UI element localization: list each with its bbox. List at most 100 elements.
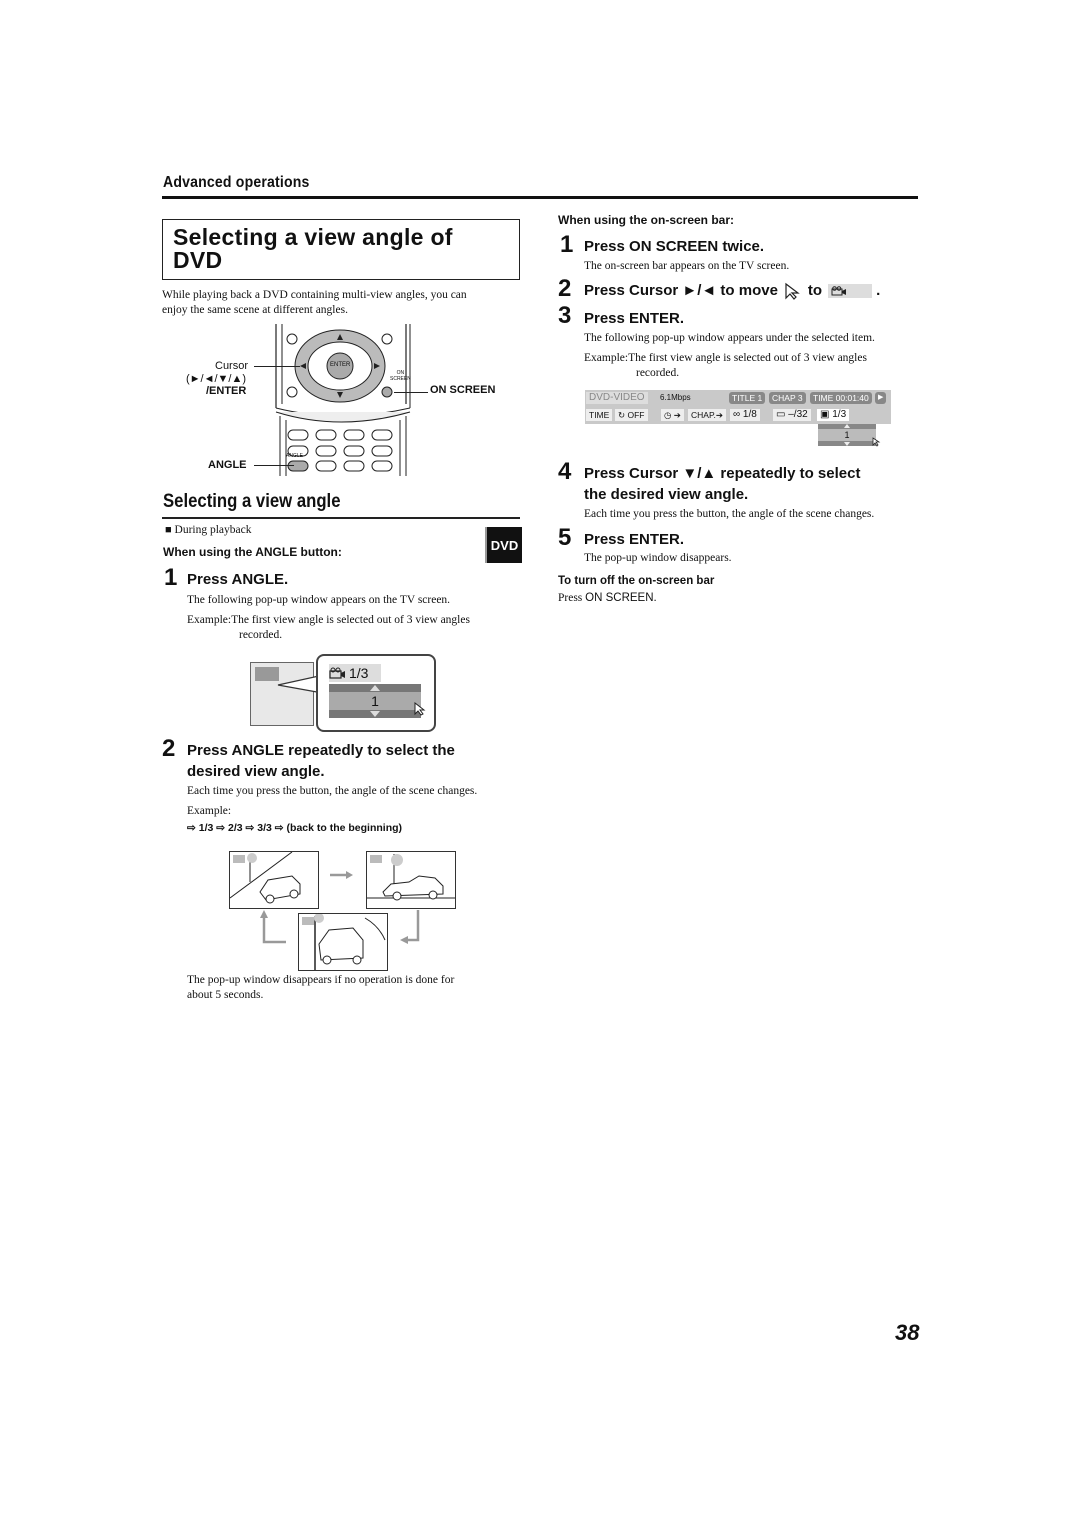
osd-time-button[interactable]: TIME	[586, 409, 613, 421]
osd-title: TITLE 1	[729, 392, 766, 404]
arrow-icon: ⇨	[274, 822, 284, 834]
step-example: Example:The first view angle is selected…	[187, 613, 527, 643]
page-title-line1: Selecting a view angle of	[173, 224, 453, 250]
page-number: 38	[895, 1320, 920, 1345]
example-label: Example:	[584, 352, 629, 364]
angle-popup: 1/3 1	[316, 654, 436, 732]
step-title-part: to	[807, 282, 823, 299]
osd-angle-selected: 1	[818, 429, 876, 441]
condition-line: ■ During playback	[165, 523, 252, 538]
step-number: 1	[164, 564, 178, 591]
turn-off-text: Press ON SCREEN.	[558, 591, 657, 606]
step-title: Press ANGLE.	[187, 571, 289, 588]
on-screen-key-label: ON SCREEN	[390, 370, 411, 382]
bullet-square-icon: ■	[165, 524, 172, 536]
step-title: Press ENTER.	[584, 310, 685, 327]
step-title-part: .	[876, 282, 881, 299]
osd-chap-button[interactable]: CHAP.➔	[688, 409, 727, 421]
step-title-line2: the desired view angle.	[584, 486, 749, 503]
sequence-item: 1/3	[198, 822, 214, 834]
osd-angle-button[interactable]: ▣ 1/3	[817, 409, 850, 421]
intro-line1: While playing back a DVD containing mult…	[162, 289, 467, 301]
angle-down-bar[interactable]	[329, 710, 421, 718]
page-title-line2: DVD	[173, 247, 223, 273]
remote-control-icon	[275, 324, 411, 476]
sequence-item: 2/3	[228, 822, 243, 834]
audio-icon: ∞	[733, 409, 741, 420]
repeat-icon: ↻	[618, 410, 626, 420]
section-rule	[162, 196, 918, 199]
osd-subtitle-value: –/32	[788, 409, 808, 420]
osd-audio-button[interactable]: ∞ 1/8	[730, 409, 760, 421]
step-number: 1	[560, 231, 574, 258]
osd-angle-up[interactable]	[818, 424, 876, 429]
example-line1: The first view angle is selected out of …	[628, 352, 867, 364]
remote-illustration: ENTER ON SCREEN ANGLE	[260, 324, 420, 476]
car-scene-2-icon	[367, 854, 455, 901]
step-desc: Each time you press the button, the angl…	[584, 508, 875, 520]
angle-up-bar[interactable]	[329, 684, 421, 692]
step-number: 2	[558, 275, 572, 302]
step-title: Press Cursor ►/◄ to move to .	[584, 280, 880, 301]
clock-icon: ◷	[664, 410, 672, 420]
popup-note-line1: The pop-up window disappears if no opera…	[187, 974, 455, 986]
camera-icon: ▣	[820, 409, 830, 420]
dvd-badge: DVD	[485, 527, 522, 563]
step-title-line1: Press ANGLE repeatedly to select the	[187, 742, 455, 759]
osd-audio-value: 1/8	[742, 409, 757, 420]
enter-label: /ENTER	[206, 385, 247, 397]
step-desc: The following pop-up window appears unde…	[584, 332, 875, 344]
angle-image-3	[298, 913, 388, 971]
osd-subtitle-button[interactable]: ▭ –/32	[773, 409, 811, 421]
angle-value: 1/3	[349, 665, 369, 681]
example-line2: recorded.	[239, 629, 283, 641]
example-line1: The first view angle is selected out of …	[231, 614, 470, 626]
osd-mode: DVD-VIDEO	[586, 392, 648, 404]
arrow-icon: ⇨	[187, 822, 196, 834]
camera-icon	[831, 285, 847, 295]
step-title: Press ON SCREEN twice.	[584, 238, 765, 255]
on-screen-label: ON SCREEN	[430, 384, 496, 396]
car-scene-3-icon	[302, 913, 386, 970]
condition-text: During playback	[174, 524, 252, 536]
angle-image-1	[229, 851, 319, 909]
subtitle-icon: ▭	[776, 409, 786, 420]
osd-repeat-button[interactable]: ↻ OFF	[615, 409, 648, 421]
step-desc: The following pop-up window appears on t…	[187, 594, 451, 606]
step-example: Example:The first view angle is selected…	[584, 351, 924, 381]
osd-chap: CHAP 3	[769, 392, 806, 404]
angle-selected: 1	[329, 692, 421, 710]
step-desc: The on-screen bar appears on the TV scre…	[584, 260, 790, 272]
angle-image-2	[366, 851, 456, 909]
onscreen-leader-line	[394, 392, 428, 393]
step-title: Press ANGLE repeatedly to select the des…	[187, 740, 455, 782]
osd-time: TIME 00:01:40	[810, 392, 872, 404]
angle-item-swatch	[828, 283, 873, 298]
step-title-line1: Press Cursor ▼/▲ repeatedly to select	[584, 465, 861, 482]
osd-repeat-value: OFF	[627, 410, 645, 420]
pointer-cursor-icon	[872, 437, 881, 447]
on-key-line2: SCREEN	[390, 376, 411, 382]
angle-button-heading: When using the ANGLE button:	[163, 545, 342, 559]
arrow-right-icon	[330, 871, 353, 879]
step-title-line2: desired view angle.	[187, 763, 325, 780]
arrow-right-icon: ➔	[673, 410, 681, 420]
down-arrow-icon	[844, 442, 850, 446]
section-heading: Selecting a view angle	[163, 491, 341, 512]
popup-note: The pop-up window disappears if no opera…	[187, 973, 527, 1003]
intro-line2: enjoy the same scene at different angles…	[162, 304, 348, 316]
step-desc: Each time you press the button, the angl…	[187, 785, 478, 797]
section-heading-rule	[162, 517, 520, 519]
osd-angle-popup: 1	[818, 424, 876, 446]
enter-key-label: ENTER	[330, 362, 351, 368]
up-arrow-icon	[844, 424, 850, 428]
step-number: 5	[558, 524, 572, 551]
step-title: Press ENTER.	[584, 531, 685, 548]
step-title: Press Cursor ▼/▲ repeatedly to select th…	[584, 463, 860, 505]
camera-icon	[329, 667, 345, 679]
car-scene-1-icon	[229, 851, 301, 904]
osd-clock-button[interactable]: ◷ ➔	[661, 409, 684, 421]
angle-leader-line	[254, 465, 294, 466]
osd-angle-down[interactable]	[818, 441, 876, 446]
sequence-item: 3/3	[257, 822, 272, 834]
